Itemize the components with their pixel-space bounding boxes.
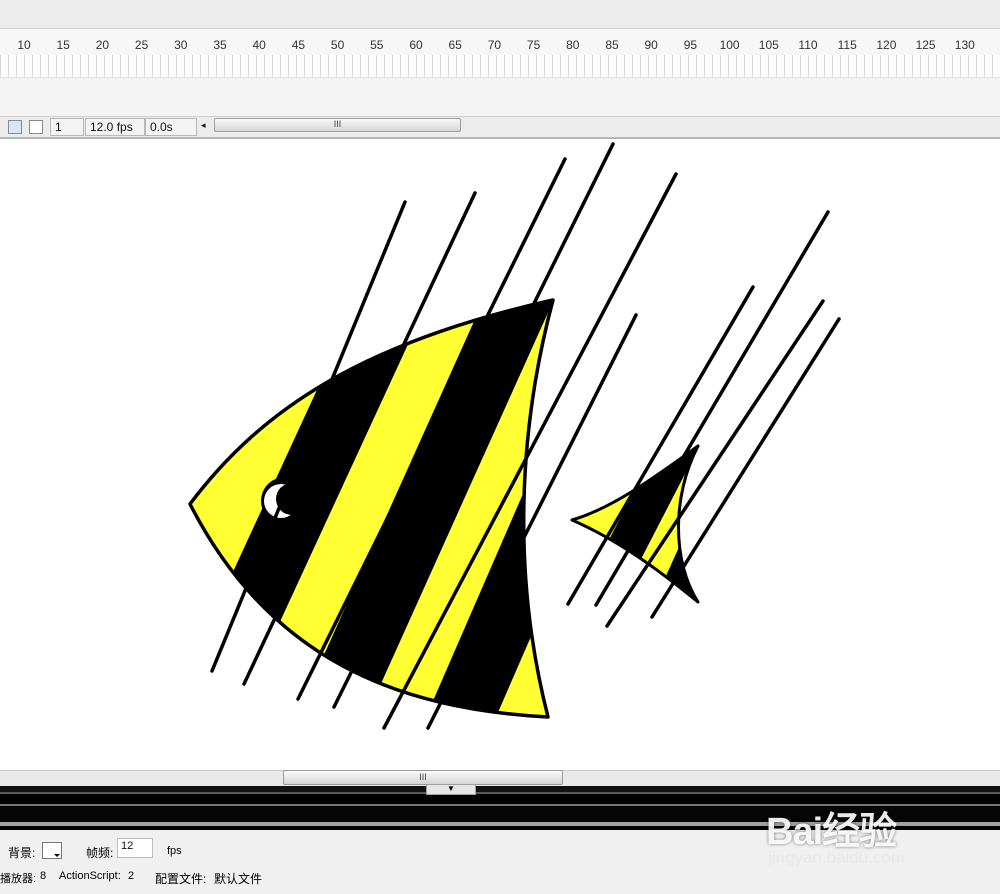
ruler-tick-label: 50 (330, 38, 345, 52)
ruler-tick-label: 80 (566, 38, 580, 52)
ruler-tick-label: 120 (876, 38, 897, 52)
ruler-tick-label: 95 (683, 38, 698, 52)
stage-scrollbar-thumb[interactable]: III (283, 770, 563, 785)
onion-skin-icon[interactable] (8, 120, 22, 134)
ruler-tick-label: 55 (370, 38, 384, 52)
ruler-tick-label: 110 (798, 38, 818, 52)
ruler-tick-label: 65 (448, 38, 462, 52)
ruler-tick-label: 70 (487, 38, 502, 52)
ruler-tick-label: 45 (291, 38, 306, 52)
actionscript-label: ActionScript: (59, 870, 121, 882)
frame-rate-label: 帧频: (86, 846, 114, 860)
ruler-tick-label: 100 (719, 38, 740, 52)
current-frame-field: 1 (50, 118, 84, 136)
timeline-frames[interactable] (0, 55, 1000, 78)
scroll-grip: III (333, 119, 342, 129)
ruler-tick-label: 60 (409, 38, 423, 52)
fish-artwork (166, 142, 841, 730)
ruler-tick-label: 130 (954, 38, 975, 52)
timeline-empty-area (0, 78, 1000, 116)
frame-ruler[interactable]: 10 15 20 25 30 35 40 45 50 55 60 65 70 75 80 85 90 95 100 1… (0, 28, 1000, 56)
scroll-grip: III (419, 772, 427, 782)
ruler-tick-label: 125 (915, 38, 936, 52)
ruler-tick-label: 75 (526, 38, 541, 52)
stage-canvas[interactable] (0, 138, 1000, 771)
ruler-tick-label: 15 (56, 38, 70, 52)
ruler-tick-label: 40 (252, 38, 266, 52)
collapse-panel-button[interactable]: ▼ (426, 784, 476, 795)
player-label: 播放器: (0, 873, 37, 885)
ruler-tick-label: 30 (174, 38, 188, 52)
timeline-status-bar: 1 12.0 fps 0.0s ◂ (0, 116, 1000, 138)
ruler-tick-label: 20 (95, 38, 110, 52)
edit-multiple-frames-icon[interactable] (29, 120, 43, 134)
ruler-tick-label: 115 (837, 38, 857, 52)
fps-unit-label: fps (167, 845, 182, 857)
ruler-tick-label: 105 (758, 38, 779, 52)
elapsed-time-field: 0.0s (145, 118, 197, 136)
ruler-tick-label: 10 (17, 38, 31, 52)
background-color-swatch[interactable] (42, 842, 62, 859)
player-value: 8 (40, 870, 47, 882)
actionscript-value: 2 (128, 870, 135, 882)
ruler-tick-label: 85 (605, 38, 619, 52)
baidu-watermark: Bai经验 jingyan.baidu.com (760, 800, 970, 876)
scroll-left-arrow-icon[interactable]: ◂ (201, 120, 206, 131)
background-label: 背景: (8, 846, 36, 860)
ruler-tick-label: 90 (644, 38, 658, 52)
frame-rate-field: 12.0 fps (85, 118, 145, 136)
profile-value[interactable]: 默认文件 (214, 870, 262, 887)
timeline-scrollbar-thumb[interactable]: III (214, 118, 461, 132)
large-fish[interactable] (166, 197, 722, 719)
watermark-url: jingyan.baidu.com (768, 848, 906, 867)
ruler-tick-label: 25 (134, 38, 149, 52)
chevron-down-icon: ▼ (447, 784, 455, 793)
timeline-header (0, 0, 1000, 28)
ruler-tick-label: 35 (213, 38, 227, 52)
profile-label: 配置文件: (155, 872, 207, 886)
watermark-brand: Bai经验 (766, 811, 897, 853)
frame-rate-input[interactable]: 12 (117, 838, 153, 858)
